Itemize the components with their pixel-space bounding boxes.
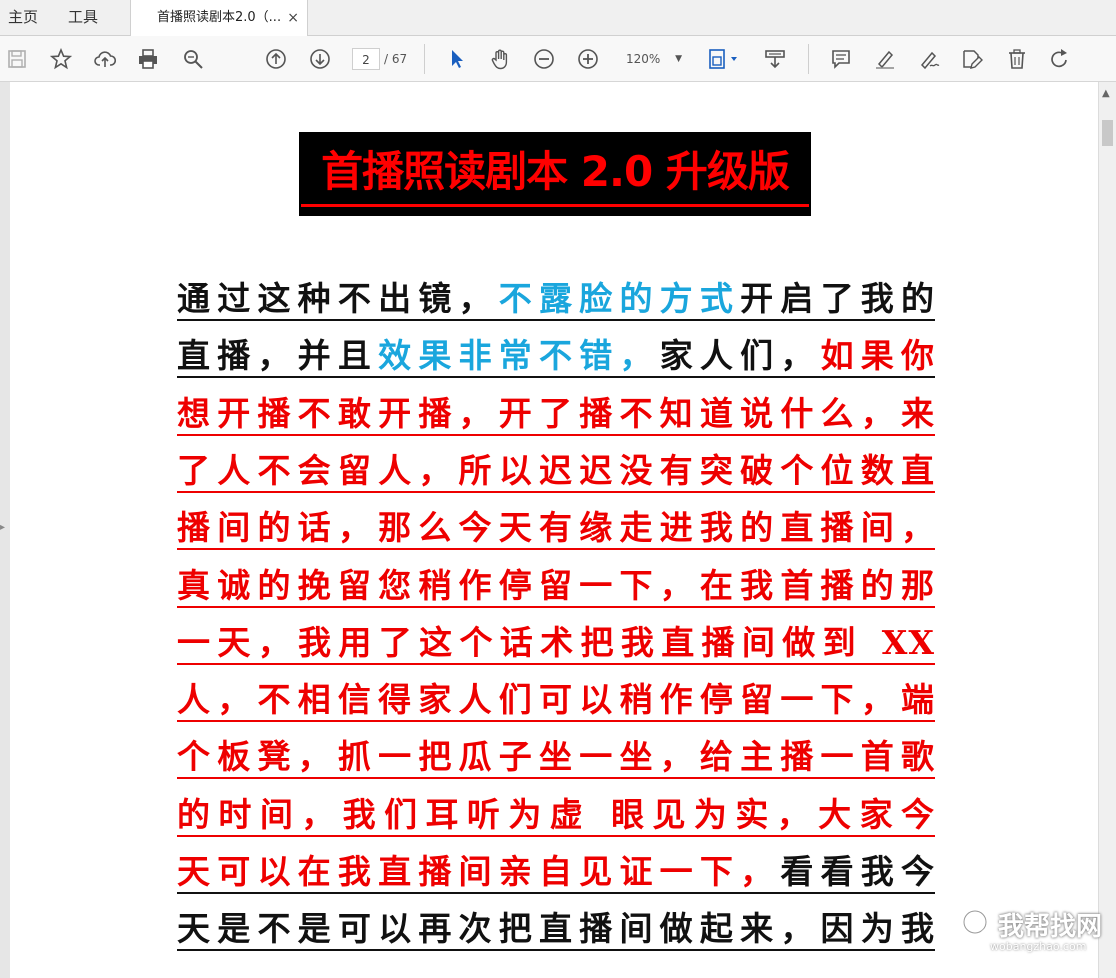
text-segment: 真诚的挽留您稍作停留一下，在我首播的那 (177, 566, 935, 605)
text-line: 播间的话，那么今天有缘走进我的直播间， (177, 508, 935, 550)
text-segment: 播间的话，那么今天有缘走进我的直播间， (177, 508, 935, 547)
text-line: 一天，我用了这个话术把我直播间做到 XX (177, 623, 935, 665)
star-icon[interactable] (48, 46, 74, 72)
zoom-search-icon[interactable] (180, 46, 206, 72)
select-arrow-icon[interactable] (444, 46, 470, 72)
page-number-input[interactable]: 2 (352, 48, 380, 70)
fit-page-icon[interactable] (705, 46, 741, 72)
cloud-upload-icon[interactable] (92, 46, 118, 72)
title-banner: 首播照读剧本 2.0 升级版 (299, 132, 811, 216)
chevron-down-icon: ▼ (675, 54, 682, 64)
text-line: 的时间，我们耳听为虚 眼见为实，大家今 (177, 795, 935, 837)
zoom-out-icon[interactable] (531, 46, 557, 72)
text-line: 了人不会留人，所以迟迟没有突破个位数直 (177, 451, 935, 493)
scrollbar-thumb[interactable] (1102, 120, 1113, 146)
sign-icon[interactable] (916, 46, 942, 72)
text-segment: 一天，我用了这个话术把我直播间做到 XX (177, 623, 935, 662)
text-segment: 直播，并且 (177, 336, 379, 375)
toolbar (0, 36, 1116, 82)
text-line: 天可以在我直播间亲自见证一下，看看我今 (177, 852, 935, 894)
text-line: 真诚的挽留您稍作停留一下，在我首播的那 (177, 566, 935, 608)
text-line: 想开播不敢开播，开了播不知道说什么，来 (177, 394, 935, 436)
document-tab-title: 首播照读剧本2.0（... (157, 10, 282, 25)
hand-icon[interactable] (487, 46, 513, 72)
text-segment: 个板凳，抓一把瓜子坐一坐，给主播一首歌 (177, 737, 935, 776)
text-segment: 看看我今 (780, 852, 936, 891)
scroll-up-icon[interactable]: ▲ (1102, 88, 1110, 99)
save-icon[interactable] (4, 46, 30, 72)
text-segment: 想开播不敢开播，开了播不知道说什么，来 (177, 394, 935, 433)
scroll-mode-icon[interactable] (762, 46, 788, 72)
page-total-label: / 67 (384, 52, 408, 66)
watermark: 我帮找网 wobangzhao.com (960, 906, 1110, 954)
text-segment: 效果非常不错， (378, 336, 660, 375)
watermark-url: wobangzhao.com (990, 940, 1087, 953)
page-up-icon[interactable] (263, 46, 289, 72)
tab-document[interactable]: 首播照读剧本2.0（... × (130, 0, 308, 36)
text-segment: 家人们， (659, 336, 821, 375)
zoom-in-icon[interactable] (575, 46, 601, 72)
text-line: 通过这种不出镜，不露脸的方式开启了我的 (177, 279, 935, 321)
toolbar-divider (808, 44, 809, 74)
print-icon[interactable] (135, 46, 161, 72)
text-segment: 人，不相信得家人们可以稍作停留一下，端 (177, 680, 935, 719)
side-panel-toggle-icon[interactable]: ▸ (0, 522, 5, 533)
watermark-text: 我帮找网 (998, 912, 1103, 942)
zoom-level-select[interactable]: 120% ▼ (620, 48, 688, 70)
text-segment: 如果你 (820, 336, 936, 375)
rotate-icon[interactable] (1047, 46, 1073, 72)
text-segment: 天可以在我直播间亲自见证一下， (177, 852, 781, 891)
text-line: 天是不是可以再次把直播间做起来，因为我 (177, 909, 935, 951)
page-down-icon[interactable] (307, 46, 333, 72)
close-icon[interactable]: × (287, 0, 299, 36)
text-line: 直播，并且效果非常不错，家人们，如果你 (177, 336, 935, 378)
text-segment: 天是不是可以再次把直播间做起来，因为我 (177, 909, 935, 948)
text-segment: 了人不会留人，所以迟迟没有突破个位数直 (177, 451, 935, 490)
text-segment: 开启了我的 (740, 279, 936, 318)
text-line: 人，不相信得家人们可以稍作停留一下，端 (177, 680, 935, 722)
vertical-scrollbar[interactable]: ▲ (1098, 82, 1116, 978)
edit-pdf-icon[interactable] (959, 46, 985, 72)
document-page: 首播照读剧本 2.0 升级版 通过这种不出镜，不露脸的方式开启了我的 直播，并且效… (10, 82, 1098, 978)
title-underline (301, 204, 809, 207)
highlight-icon[interactable] (872, 46, 898, 72)
text-segment: 不露脸的方式 (498, 279, 741, 318)
text-segment: 的时间，我们耳听为虚 眼见为实，大家今 (177, 795, 935, 834)
comment-icon[interactable] (828, 46, 854, 72)
text-segment: 通过这种不出镜， (177, 279, 499, 318)
page-title: 首播照读剧本 2.0 升级版 (321, 147, 790, 196)
tab-bar: 主页 工具 首播照读剧本2.0（... × (0, 0, 1116, 36)
tab-tools[interactable]: 工具 (68, 0, 98, 35)
delete-icon[interactable] (1004, 46, 1030, 72)
tab-home[interactable]: 主页 (8, 0, 38, 35)
toolbar-divider (424, 44, 425, 74)
zoom-level-value: 120% (626, 52, 661, 66)
document-viewer: ▸ 首播照读剧本 2.0 升级版 通过这种不出镜，不露脸的方式开启了我的 直播，并… (0, 82, 1116, 978)
text-line: 个板凳，抓一把瓜子坐一坐，给主播一首歌 (177, 737, 935, 779)
